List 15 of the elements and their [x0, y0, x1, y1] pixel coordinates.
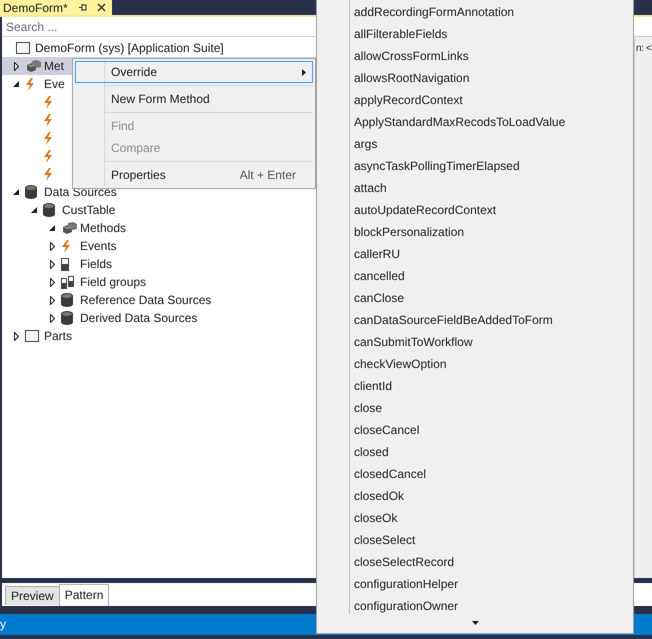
tree-label: Events — [80, 239, 117, 253]
tree-label: Reference Data Sources — [80, 293, 212, 307]
shortcut-text: Alt + Enter — [240, 168, 297, 182]
tree-label: DemoForm (sys) [Application Suite] — [35, 41, 224, 55]
tree-label: Parts — [44, 329, 72, 343]
tree-label: Fields — [80, 257, 112, 271]
property-text: n: < — [636, 42, 652, 56]
tree-label: CustTable — [62, 203, 116, 217]
tree-label: Met — [44, 59, 64, 73]
tree-label: Eve — [44, 77, 65, 91]
tree-label: Data Sources — [44, 185, 117, 199]
tree-label: Methods — [80, 221, 126, 235]
status-text: y — [0, 617, 6, 631]
tree-label: Derived Data Sources — [80, 311, 198, 325]
tree-label: Field groups — [80, 275, 146, 289]
